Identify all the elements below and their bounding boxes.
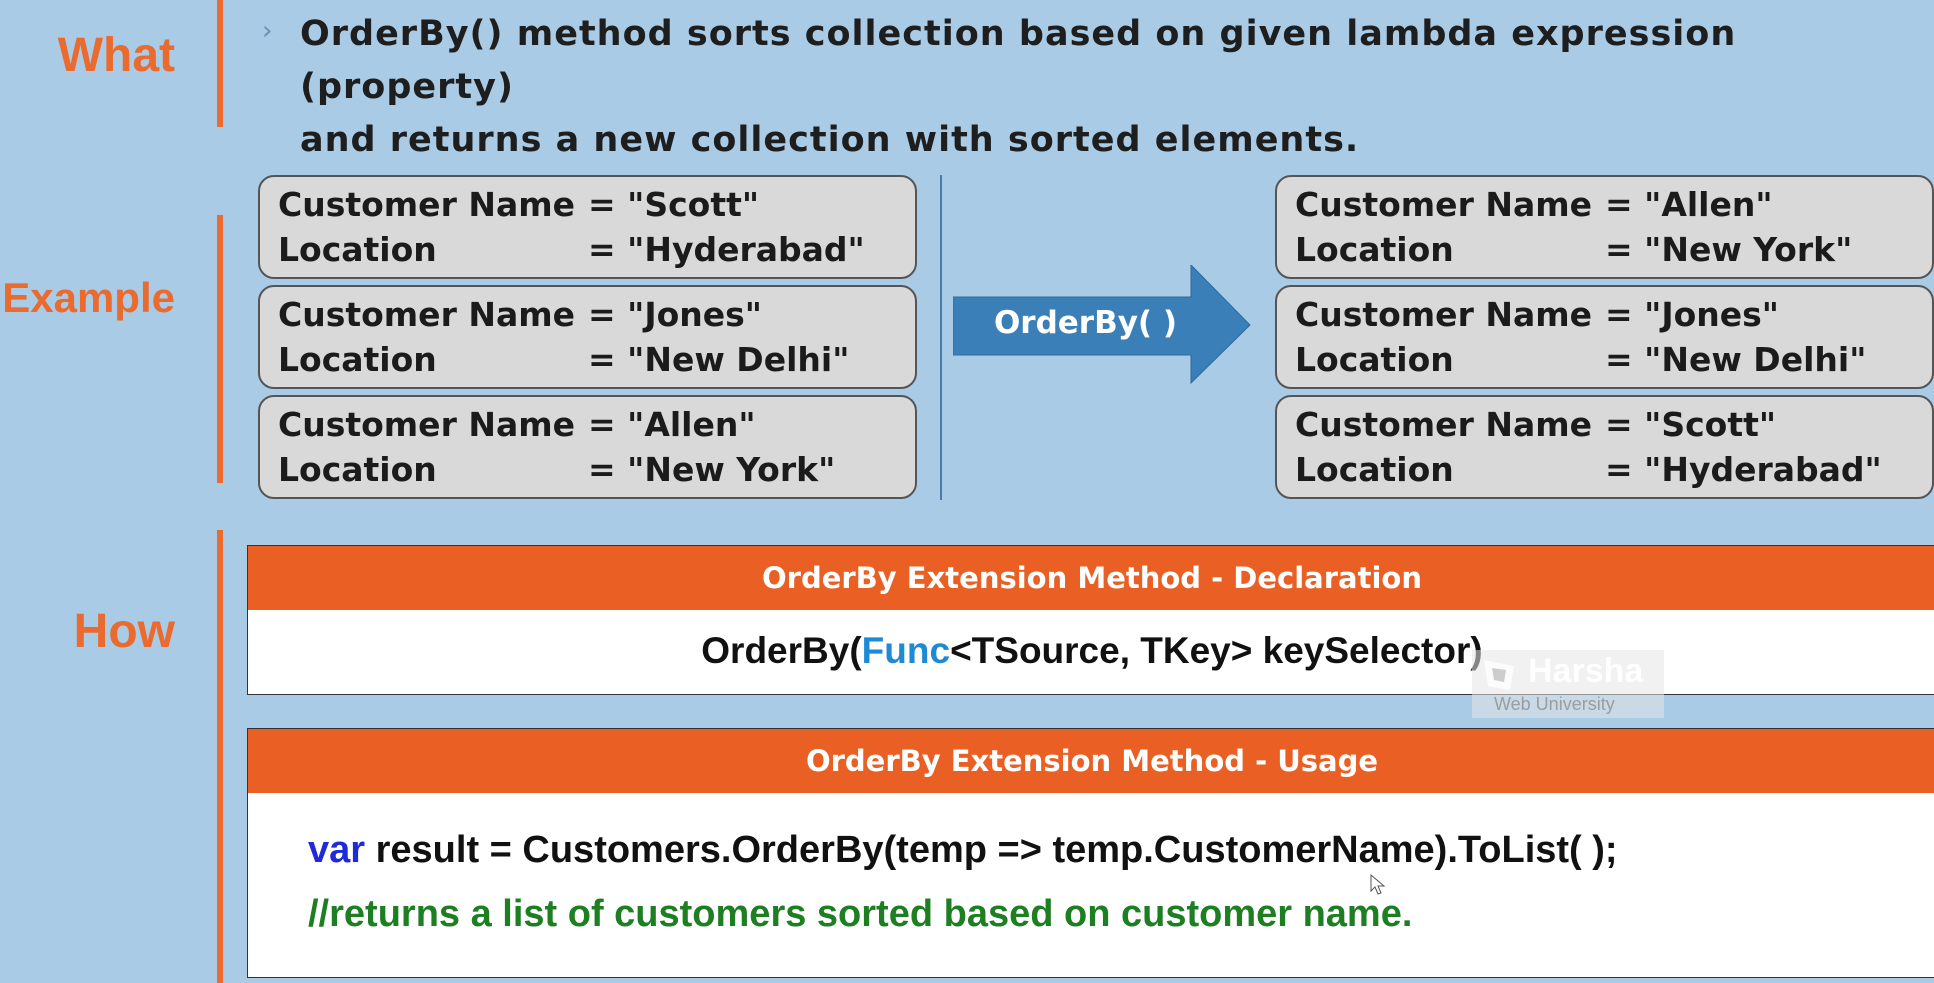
location-value: = "Hyderabad" [588, 230, 865, 269]
field-label: Location [1295, 230, 1454, 269]
location-value: = "New Delhi" [588, 340, 850, 379]
field-label: Customer Name [1295, 185, 1592, 224]
watermark-logo-icon [1484, 660, 1514, 690]
customer-card-after-3: Customer Name = "Scott" Location = "Hydera… [1275, 395, 1934, 499]
what-accent-bar [217, 0, 223, 127]
declaration-header: OrderBy Extension Method - Declaration [248, 546, 1934, 610]
what-line-2: and returns a new collection with sorted… [300, 120, 1360, 160]
field-label: Customer Name [278, 405, 575, 444]
field-label: Location [278, 340, 437, 379]
code-keyword-var: var [308, 829, 366, 871]
customer-name-value: = "Scott" [588, 185, 760, 224]
field-label: Location [1295, 340, 1454, 379]
location-value: = "New Delhi" [1605, 340, 1867, 379]
bullet-chevron-icon: › [262, 16, 273, 46]
what-description: OrderBy() method sorts collection based … [300, 8, 1900, 167]
orderby-arrow-label: OrderBy( ) [993, 305, 1178, 341]
usage-code-line: var result = Customers.OrderBy(temp => t… [308, 829, 1618, 872]
section-label-how: How [73, 605, 175, 658]
field-label: Customer Name [278, 295, 575, 334]
customer-card-after-2: Customer Name = "Jones" Location = "New De… [1275, 285, 1934, 389]
usage-code: var result = Customers.OrderBy(temp => t… [248, 793, 1934, 973]
watermark-subtitle: Web University [1494, 694, 1615, 714]
customer-card-before-1: Customer Name = "Scott" Location = "Hydera… [258, 175, 917, 279]
usage-panel: OrderBy Extension Method - Usage var res… [247, 728, 1934, 978]
example-accent-bar [217, 215, 223, 483]
code-statement: result = Customers.OrderBy(temp => temp.… [365, 829, 1618, 871]
what-line-1: OrderBy() method sorts collection based … [300, 14, 1737, 107]
customer-card-before-3: Customer Name = "Allen" Location = "New Yo… [258, 395, 917, 499]
mouse-cursor-icon [1370, 874, 1386, 895]
customer-card-after-1: Customer Name = "Allen" Location = "New Yo… [1275, 175, 1934, 279]
customer-name-value: = "Scott" [1605, 405, 1777, 444]
example-divider [940, 175, 942, 500]
customer-name-value: = "Jones" [588, 295, 762, 334]
watermark: Harsha Web University [1472, 650, 1664, 718]
field-label: Customer Name [1295, 295, 1592, 334]
customer-name-value: = "Allen" [1605, 185, 1773, 224]
usage-header: OrderBy Extension Method - Usage [248, 729, 1934, 793]
field-label: Location [278, 230, 437, 269]
code-comment: //returns a list of customers sorted bas… [308, 893, 1413, 935]
location-value: = "New York" [1605, 230, 1853, 269]
field-label: Customer Name [1295, 405, 1592, 444]
how-accent-bar [217, 530, 223, 983]
field-label: Location [1295, 450, 1454, 489]
customer-name-value: = "Allen" [588, 405, 756, 444]
field-label: Location [278, 450, 437, 489]
customer-name-value: = "Jones" [1605, 295, 1779, 334]
declaration-func-keyword: Func [861, 630, 951, 671]
section-label-what: What [57, 29, 175, 82]
declaration-prefix: OrderBy( [701, 630, 862, 671]
section-label-example: Example [2, 274, 175, 321]
declaration-signature: OrderBy(Func<TSource, TKey> keySelector) [248, 610, 1934, 692]
location-value: = "Hyderabad" [1605, 450, 1882, 489]
declaration-panel: OrderBy Extension Method - Declaration O… [247, 545, 1934, 695]
location-value: = "New York" [588, 450, 836, 489]
customer-card-before-2: Customer Name = "Jones" Location = "New De… [258, 285, 917, 389]
field-label: Customer Name [278, 185, 575, 224]
declaration-suffix: <TSource, TKey> keySelector) [950, 630, 1483, 671]
watermark-title: Harsha [1528, 652, 1644, 690]
